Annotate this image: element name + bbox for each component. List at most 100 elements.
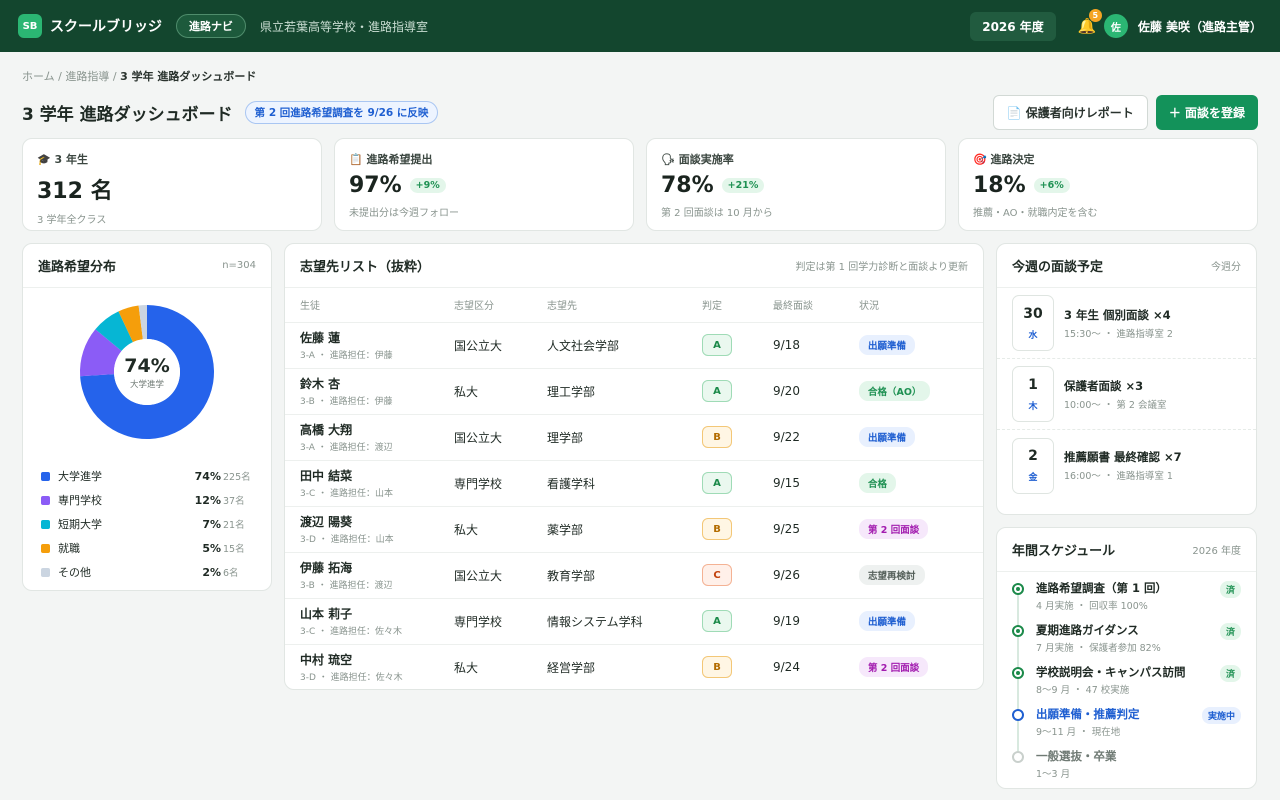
grade-cell: B (702, 414, 773, 461)
card-meta: 判定は第 1 回学力診断と面談より更新 (795, 262, 968, 273)
status-badge: 出願準備 (859, 427, 916, 447)
parent-report-button[interactable]: 📄 保護者向けレポート (992, 94, 1148, 130)
timeline-connector (1017, 679, 1019, 709)
last-meeting: 9/15 (773, 460, 859, 507)
legend-item: 就職 5% 15名 (41, 536, 253, 560)
student-cell: 鈴木 杏 3-B ・ 進路担任：伊藤 (285, 368, 454, 415)
meeting-title: 推薦願書 最終確認 ×7 (1064, 450, 1182, 464)
meeting-date-number: 30 (1023, 305, 1043, 322)
status-badge: 志望再検討 (859, 565, 925, 585)
student-name[interactable]: 山本 莉子 (300, 605, 454, 622)
meeting-item[interactable]: 1 木 保護者面談 ×3 10:00〜 ・ 第 2 会議室 (997, 359, 1256, 430)
grade-cell: B (702, 644, 773, 690)
timeline-connector (1017, 721, 1019, 751)
status-cell: 合格 (859, 460, 983, 507)
add-meeting-button[interactable]: ＋ 面談を登録 (1155, 94, 1258, 130)
card-title: 志望先リスト（抜粋） (300, 260, 431, 275)
column-header[interactable]: 志望先 (547, 288, 702, 323)
schedule-badge: 実施中 (1201, 707, 1241, 724)
app-logo[interactable]: SB (18, 14, 42, 38)
grade-cell: A (702, 460, 773, 507)
legend-count: 15名 (223, 544, 245, 555)
column-header[interactable]: 状況 (859, 288, 983, 323)
stat-sub: 第 2 回面談は 10 月から (661, 208, 773, 219)
table-row[interactable]: 渡辺 陽葵 3-D ・ 進路担任：山本 私大 薬学部 B 9/25 第 2 回面談 (285, 506, 983, 553)
schedule-item[interactable]: 一般選抜・卒業 1〜3 月 (1012, 748, 1241, 790)
table-row[interactable]: 中村 琉空 3-D ・ 進路担任：佐々木 私大 経営学部 B 9/24 第 2 回面談 (285, 644, 983, 690)
legend-swatch (41, 495, 50, 505)
target-faculty: 理学部 (547, 414, 702, 461)
student-class: 3-C ・ 進路担任：佐々木 (300, 627, 402, 637)
status-cell: 第 2 回面談 (859, 506, 983, 553)
schedule-sub: 1〜3 月 (1036, 769, 1071, 780)
student-name[interactable]: 中村 琉空 (300, 651, 454, 668)
column-header[interactable]: 最終面談 (773, 288, 859, 323)
schedule-item[interactable]: 出願準備・推薦判定 9〜11 月 ・ 現在地 実施中 (1012, 706, 1241, 751)
student-name[interactable]: 高橋 大翔 (300, 421, 454, 438)
legend-pct: 74% (194, 469, 221, 483)
schedule-item[interactable]: 夏期進路ガイダンス 7 月実施 ・ 保護者参加 82% 済 (1012, 622, 1241, 667)
schedule-title: 学校説明会・キャンパス訪問 (1036, 665, 1186, 679)
timeline-dot-icon (1012, 625, 1024, 637)
legend-item: 短期大学 7% 21名 (41, 512, 253, 536)
schedule-item[interactable]: 進路希望調査（第 1 回） 4 月実施 ・ 回収率 100% 済 (1012, 580, 1241, 625)
legend-count: 21名 (223, 520, 245, 531)
student-name[interactable]: 田中 結菜 (300, 467, 454, 484)
student-name[interactable]: 佐藤 蓮 (300, 329, 454, 346)
breadcrumb-section[interactable]: 進路指導 (65, 70, 109, 83)
user-name[interactable]: 佐藤 美咲（進路主管） (1138, 18, 1262, 35)
breadcrumb: ホーム / 進路指導 / 3 学年 進路ダッシュボード (22, 68, 1258, 84)
meeting-weekday: 金 (1028, 473, 1038, 483)
distribution-card: 進路希望分布 n=304 74% 大学進学 大学進学 74% 225名 専門学校… (22, 243, 272, 591)
donut-center-value: 74% (124, 354, 170, 377)
legend-name: 就職 (58, 542, 80, 555)
breadcrumb-home[interactable]: ホーム (22, 70, 55, 83)
app-brand[interactable]: スクールブリッジ (50, 16, 162, 36)
table-row[interactable]: 田中 結菜 3-C ・ 進路担任：山本 専門学校 看護学科 A 9/15 合格 (285, 460, 983, 507)
page-title: 3 学年 進路ダッシュボード (22, 104, 233, 125)
stat-label: 📋 進路希望提出 (349, 153, 433, 166)
table-row[interactable]: 高橋 大翔 3-A ・ 進路担任：渡辺 国公立大 理学部 B 9/22 出願準備 (285, 414, 983, 461)
column-header[interactable]: 生徒 (285, 288, 454, 323)
legend-name: 大学進学 (58, 470, 102, 483)
target-type: 国公立大 (454, 414, 547, 461)
table-row[interactable]: 鈴木 杏 3-B ・ 進路担任：伊藤 私大 理工学部 A 9/20 合格（AO） (285, 368, 983, 415)
target-faculty: 情報システム学科 (547, 598, 702, 645)
timeline-connector (1017, 595, 1019, 625)
meeting-sub: 10:00〜 ・ 第 2 会議室 (1064, 399, 1167, 411)
student-cell: 佐藤 蓮 3-A ・ 進路担任：伊藤 (285, 322, 454, 369)
nav-pill[interactable]: 進路ナビ (176, 14, 246, 38)
meeting-item[interactable]: 2 金 推薦願書 最終確認 ×7 16:00〜 ・ 進路指導室 1 (997, 430, 1256, 501)
card-meta: 2026 年度 (1192, 546, 1241, 557)
target-type: 私大 (454, 660, 479, 675)
grade-badge: A (702, 334, 732, 356)
student-name[interactable]: 伊藤 拓海 (300, 559, 454, 576)
update-notice: 第 2 回進路希望調査を 9/26 に反映 (244, 100, 439, 124)
year-selector[interactable]: 2026 年度 (970, 11, 1056, 41)
breadcrumb-sep: / (58, 70, 62, 83)
schedule-title: 進路希望調査（第 1 回） (1036, 581, 1168, 595)
stat-value: 312 名 (37, 179, 113, 204)
grade-cell: B (702, 506, 773, 553)
column-header[interactable]: 志望区分 (454, 288, 547, 323)
schedule-item[interactable]: 学校説明会・キャンパス訪問 8〜9 月 ・ 47 校実施 済 (1012, 664, 1241, 709)
student-name[interactable]: 渡辺 陽葵 (300, 513, 454, 530)
table-row[interactable]: 佐藤 蓮 3-A ・ 進路担任：伊藤 国公立大 人文社会学部 A 9/18 出願準備 (285, 322, 983, 369)
bell-icon[interactable]: 🔔 5 (1077, 9, 1102, 35)
legend-swatch (41, 543, 50, 553)
legend-count: 37名 (223, 496, 245, 507)
avatar[interactable]: 佐 (1103, 14, 1128, 38)
schedule-title: 出願準備・推薦判定 (1036, 707, 1140, 721)
grade-cell: A (702, 368, 773, 415)
table-row[interactable]: 山本 莉子 3-C ・ 進路担任：佐々木 専門学校 情報システム学科 A 9/19 出願準備 (285, 598, 983, 645)
table-row[interactable]: 伊藤 拓海 3-B ・ 進路担任：渡辺 国公立大 教育学部 C 9/26 志望再検討 (285, 552, 983, 599)
timeline-dot-icon (1012, 751, 1024, 763)
target-faculty: 薬学部 (547, 506, 702, 553)
meeting-item[interactable]: 30 水 3 年生 個別面談 ×4 15:30〜 ・ 進路指導室 2 (997, 288, 1256, 359)
grade-badge: B (702, 426, 732, 448)
column-header[interactable]: 判定 (702, 288, 773, 323)
student-name[interactable]: 鈴木 杏 (300, 375, 454, 392)
legend-count: 6名 (223, 568, 239, 579)
timeline-dot-icon (1012, 709, 1024, 721)
status-badge: 合格（AO） (859, 381, 931, 401)
